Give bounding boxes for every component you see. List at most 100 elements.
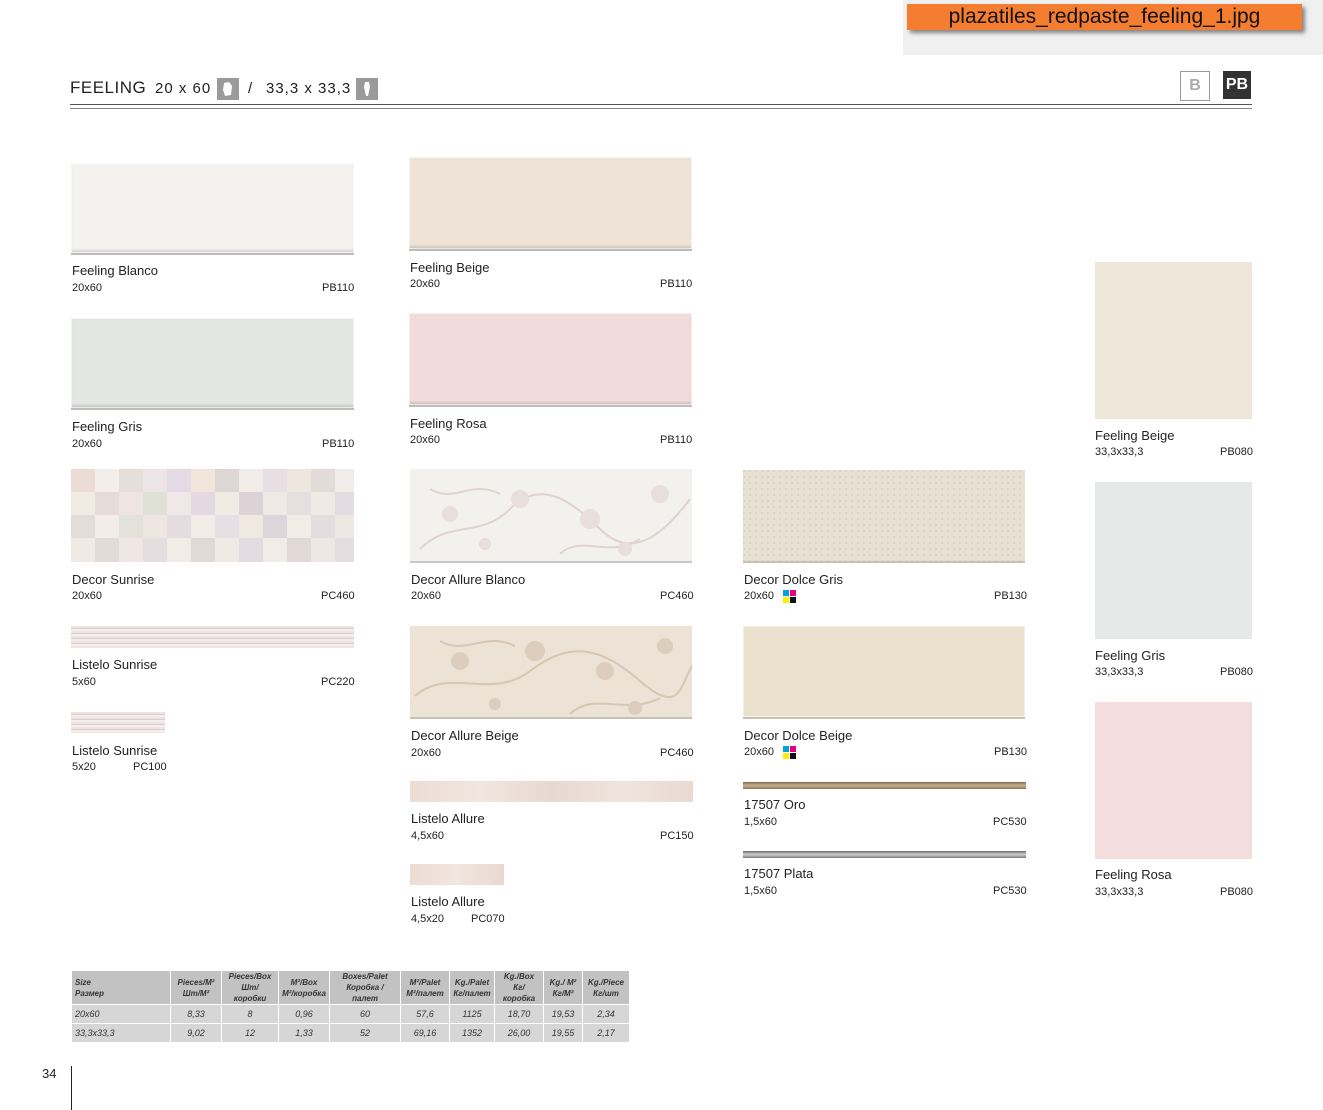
- wall-tile-icon: [217, 78, 239, 100]
- spec-row: 33,3x33,3 9,02 12 1,33 52 69,16 1352 26,…: [71, 1023, 630, 1043]
- badge-pb: PB: [1223, 71, 1251, 99]
- spec-cell: 8,33: [170, 1004, 222, 1024]
- tile-code: PC530: [993, 816, 1027, 828]
- spec-row: 20x60 8,33 8 0,96 60 57,6 1125 18,70 19,…: [71, 1004, 630, 1024]
- tile-image-listelo-sunrise-60: [71, 626, 354, 648]
- tile-size: 20x60: [744, 746, 774, 758]
- print-color-icon: [783, 590, 796, 603]
- tile-image-listelo-allure-60: [410, 781, 693, 802]
- page-divider: [71, 1066, 72, 1110]
- wall-size: 20 x 60: [155, 80, 212, 97]
- packing-spec-table: Size Размер Pieces/M² Шт/М² Pieces/Box Шт/ …: [71, 970, 630, 1043]
- tile-name: Listelo Sunrise: [72, 743, 158, 758]
- tile-image-decor-allure-blanco: [410, 469, 692, 563]
- spec-cell: 18,70: [494, 1004, 544, 1024]
- spec-header-cell: Pieces/Box Шт/ коробки: [221, 970, 279, 1005]
- tile-code: PB110: [660, 278, 693, 290]
- header-rule: [70, 104, 1252, 105]
- tile-size: 1,5x60: [744, 885, 778, 897]
- spec-cell: 0,96: [278, 1004, 330, 1024]
- tile-code: PC100: [133, 761, 167, 773]
- spec-cell: 69,16: [400, 1023, 450, 1043]
- spec-header-cell: Size Размер: [71, 970, 171, 1005]
- tile-code: PC460: [660, 747, 694, 759]
- spec-cell: 2,17: [582, 1023, 630, 1043]
- tile-size: 20x60: [72, 438, 102, 450]
- spec-cell: 19,55: [543, 1023, 583, 1043]
- tile-image-decor-sunrise: [71, 469, 354, 562]
- tile-size: 5x20: [72, 761, 96, 773]
- tile-size: 20x60: [72, 282, 102, 294]
- tile-image-feeling-gris-floor: [1095, 482, 1252, 639]
- tile-name: Feeling Blanco: [72, 263, 158, 278]
- tile-image-feeling-beige: [409, 157, 692, 251]
- spec-header-cell: M²/Box М²/коробка: [278, 970, 330, 1005]
- spec-cell: 1125: [449, 1004, 495, 1024]
- spec-cell: 52: [329, 1023, 401, 1043]
- tile-code: PC070: [471, 913, 505, 925]
- tile-code: PC460: [660, 590, 694, 602]
- tile-image-decor-dolce-beige: [743, 626, 1025, 719]
- spec-cell: 60: [329, 1004, 401, 1024]
- tile-name: Feeling Beige: [1095, 428, 1175, 443]
- tile-code: PB080: [1220, 446, 1254, 458]
- tile-size: 4,5x60: [411, 830, 445, 842]
- spec-cell: 12: [221, 1023, 279, 1043]
- tile-size: 20x60: [72, 590, 102, 602]
- spec-cell: 57,6: [400, 1004, 450, 1024]
- tile-code: PC460: [321, 590, 355, 602]
- spec-header-cell: Kg./Piece Кг/шт: [582, 970, 630, 1005]
- tile-name: 17507 Plata: [744, 866, 814, 881]
- tile-image-17507-oro: [743, 782, 1026, 789]
- tile-name: Decor Dolce Beige: [744, 728, 853, 743]
- print-color-icon: [783, 746, 796, 759]
- tile-name: Decor Sunrise: [72, 572, 155, 587]
- tile-name: Listelo Allure: [411, 811, 485, 826]
- spec-cell: 9,02: [170, 1023, 222, 1043]
- tile-size: 20x60: [411, 747, 441, 759]
- tile-code: PC220: [321, 676, 355, 688]
- tile-name: Decor Allure Blanco: [411, 572, 526, 587]
- tile-code: PC530: [993, 885, 1027, 897]
- header-rule-secondary: [70, 108, 1252, 109]
- tile-name: Feeling Gris: [72, 419, 143, 434]
- spec-header-cell: Kg./ M² Кг/М²: [543, 970, 583, 1005]
- tile-image-decor-dolce-gris: [743, 470, 1025, 563]
- spec-cell: 1352: [449, 1023, 495, 1043]
- spec-cell: 33,3x33,3: [71, 1023, 171, 1043]
- badge-b: B: [1180, 71, 1210, 101]
- tile-image-listelo-sunrise-20: [71, 712, 165, 733]
- tile-size: 1,5x60: [744, 816, 778, 828]
- spec-header-cell: Boxes/Palet Коробка / палет: [329, 970, 401, 1005]
- tile-image-feeling-rosa-floor: [1095, 702, 1252, 859]
- tile-image-decor-allure-beige: [410, 626, 692, 719]
- tile-size: 20x60: [744, 590, 774, 602]
- tile-name: Decor Allure Beige: [411, 728, 519, 743]
- tile-size: 5x60: [72, 676, 96, 688]
- spec-cell: 2,34: [582, 1004, 630, 1024]
- tile-code: PB080: [1220, 886, 1254, 898]
- tile-image-17507-plata: [743, 851, 1026, 858]
- spec-header-row: Size Размер Pieces/M² Шт/М² Pieces/Box Шт/ …: [71, 970, 630, 1005]
- tile-size: 20x60: [411, 590, 441, 602]
- tile-code: PB130: [994, 746, 1028, 758]
- tile-image-feeling-blanco: [71, 163, 354, 255]
- size-separator: /: [248, 80, 254, 97]
- spec-cell: 1,33: [278, 1023, 330, 1043]
- tile-image-feeling-rosa: [409, 313, 692, 407]
- spec-header-cell: M²/Palet М²/палет: [400, 970, 450, 1005]
- tile-name: Feeling Rosa: [1095, 867, 1172, 882]
- page-number: 34: [42, 1066, 57, 1081]
- spec-header-cell: Pieces/M² Шт/М²: [170, 970, 222, 1005]
- tile-code: PB080: [1220, 666, 1254, 678]
- spec-header-cell: Kg./Box Кг/ коробка: [494, 970, 544, 1005]
- tile-size: 20x60: [410, 434, 440, 446]
- tile-name: Decor Dolce Gris: [744, 572, 843, 587]
- tile-size: 33,3x33,3: [1095, 446, 1144, 458]
- file-label: plazatiles_redpaste_feeling_1.jpg: [907, 4, 1302, 30]
- spec-cell: 26,00: [494, 1023, 544, 1043]
- tile-size: 33,3x33,3: [1095, 666, 1144, 678]
- tile-name: Feeling Gris: [1095, 648, 1166, 663]
- tile-code: PC150: [660, 830, 694, 842]
- tile-image-listelo-allure-20: [410, 864, 504, 885]
